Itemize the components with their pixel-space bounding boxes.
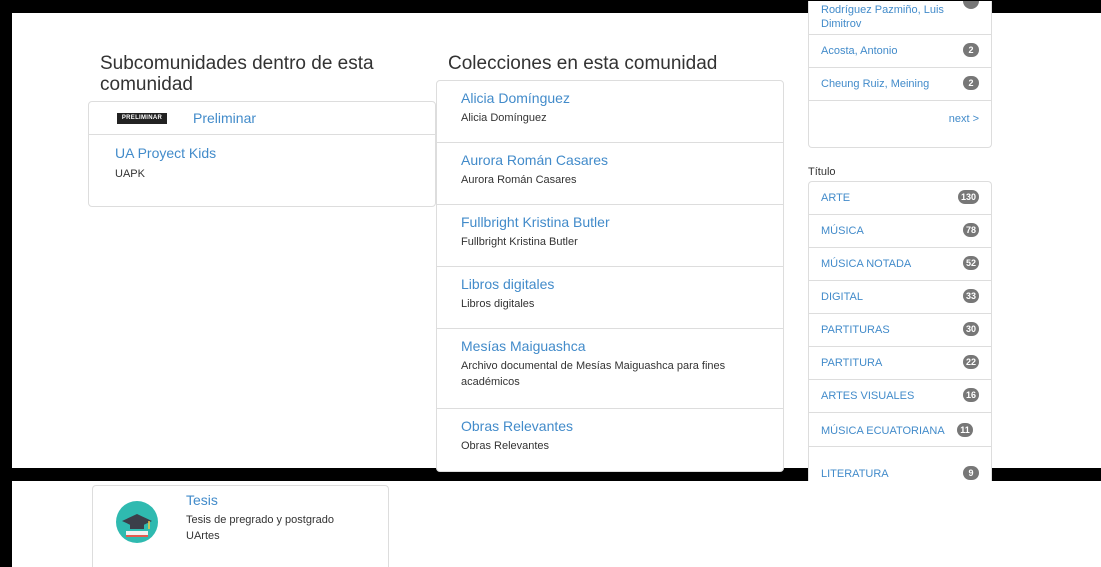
facet-item-author[interactable]: Rodríguez Pazmiño, Luis Dimitrov (809, 1, 991, 35)
facet-label[interactable]: LITERATURA (821, 468, 889, 480)
facet-count-badge: 52 (962, 256, 979, 270)
title-facet-heading: Título (808, 166, 836, 178)
facet-count-badge: 9 (963, 466, 979, 480)
facet-label[interactable]: Acosta, Antonio (821, 45, 897, 57)
list-item[interactable]: Mesías Maiguashca Archivo documental de … (437, 329, 783, 409)
list-item[interactable]: UA Proyect Kids UAPK (89, 135, 435, 205)
top-panel: Subcomunidades dentro de esta comunidad … (12, 1, 1101, 482)
facet-label[interactable]: MÚSICA (821, 225, 864, 237)
collection-title[interactable]: Alicia Domínguez (461, 90, 570, 106)
facet-count-badge: 2 (963, 43, 979, 57)
tesis-subtitle: UArtes (186, 530, 220, 542)
facet-count-badge: 33 (962, 289, 979, 303)
facet-label[interactable]: ARTES VISUALES (821, 390, 914, 402)
next-link[interactable]: next > (949, 113, 979, 125)
facet-count-badge: 2 (963, 76, 979, 90)
facet-count-badge: 11 (957, 423, 973, 437)
list-item[interactable]: Libros digitales Libros digitales (437, 267, 783, 329)
facet-label[interactable]: ARTE (821, 192, 850, 204)
facet-count-badge: 78 (962, 223, 979, 237)
subcommunity-title-ua-proyect-kids[interactable]: UA Proyect Kids (115, 145, 216, 161)
bottom-panel: Tesis Tesis de pregrado y postgrado UArt… (12, 481, 1101, 567)
facet-item-title[interactable]: PARTITURA 22 (809, 347, 991, 380)
collections-list: Alicia Domínguez Alicia Domínguez Aurora… (436, 80, 784, 472)
facet-count-badge: 130 (957, 190, 979, 204)
tesis-description: Tesis de pregrado y postgrado (186, 514, 334, 526)
facet-label[interactable]: DIGITAL (821, 291, 863, 303)
collection-desc: Archivo documental de Mesías Maiguashca … (461, 360, 726, 388)
tesis-list-item[interactable]: Tesis Tesis de pregrado y postgrado UArt… (92, 485, 389, 567)
facet-label[interactable]: PARTITURA (821, 357, 882, 369)
facet-count-badge: 16 (962, 388, 979, 402)
title-facet-list: ARTE 130 MÚSICA 78 MÚSICA NOTADA 52 DIGI… (808, 181, 992, 482)
collection-desc: Aurora Román Casares (461, 174, 577, 186)
collections-heading: Colecciones en esta comunidad (448, 53, 718, 74)
facet-item-title[interactable]: DIGITAL 33 (809, 281, 991, 314)
facet-count-badge: 30 (962, 322, 979, 336)
collection-title[interactable]: Libros digitales (461, 276, 554, 292)
facet-label[interactable]: Cheung Ruiz, Meining (821, 78, 929, 90)
facet-label[interactable]: Rodríguez Pazmiño, Luis Dimitrov (821, 1, 961, 31)
graduation-cap-icon (116, 501, 158, 543)
subcommunities-heading: Subcomunidades dentro de esta comunidad (100, 53, 374, 95)
subcommunity-desc: UAPK (115, 168, 145, 180)
facet-label[interactable]: PARTITURAS (821, 324, 890, 336)
list-item[interactable]: Alicia Domínguez Alicia Domínguez (437, 81, 783, 143)
author-facet-list: Rodríguez Pazmiño, Luis Dimitrov Acosta,… (808, 1, 992, 148)
facet-item-title[interactable]: LITERATURA 9 (809, 446, 991, 480)
list-item[interactable]: PRELIMINAR Preliminar (89, 102, 435, 135)
collection-title[interactable]: Mesías Maiguashca (461, 338, 586, 354)
preliminar-logo: PRELIMINAR (117, 113, 167, 124)
facet-label[interactable]: MÚSICA ECUATORIANA (821, 425, 945, 437)
facet-item-author[interactable]: Cheung Ruiz, Meining 2 (809, 68, 991, 101)
facet-item-title[interactable]: MÚSICA 78 (809, 215, 991, 248)
facet-count-badge (963, 1, 979, 9)
facet-count-badge: 22 (962, 355, 979, 369)
subcommunities-list: PRELIMINAR Preliminar UA Proyect Kids UA… (88, 101, 436, 207)
facet-item-author[interactable]: Acosta, Antonio 2 (809, 35, 991, 68)
collection-title[interactable]: Fullbright Kristina Butler (461, 214, 610, 230)
collection-desc: Libros digitales (461, 298, 535, 310)
collection-desc: Obras Relevantes (461, 440, 550, 452)
list-item[interactable]: Aurora Román Casares Aurora Román Casare… (437, 143, 783, 205)
facet-item-title[interactable]: PARTITURAS 30 (809, 314, 991, 347)
facet-item-title[interactable]: MÚSICA ECUATORIANA 11 (809, 413, 991, 446)
facet-item-title[interactable]: MÚSICA NOTADA 52 (809, 248, 991, 281)
subcommunity-title-preliminar[interactable]: Preliminar (193, 110, 256, 126)
list-item[interactable]: Obras Relevantes Obras Relevantes (437, 409, 783, 469)
collection-title[interactable]: Obras Relevantes (461, 418, 573, 434)
tesis-title[interactable]: Tesis (186, 492, 218, 508)
facet-label[interactable]: MÚSICA NOTADA (821, 258, 911, 270)
list-item[interactable]: Fullbright Kristina Butler Fullbright Kr… (437, 205, 783, 267)
collection-desc: Alicia Domínguez (461, 112, 547, 124)
facet-item-title[interactable]: ARTE 130 (809, 182, 991, 215)
collection-title[interactable]: Aurora Román Casares (461, 152, 608, 168)
graduation-cap-svg (122, 514, 152, 537)
collection-desc: Fullbright Kristina Butler (461, 236, 578, 248)
facet-item-title[interactable]: ARTES VISUALES 16 (809, 380, 991, 413)
